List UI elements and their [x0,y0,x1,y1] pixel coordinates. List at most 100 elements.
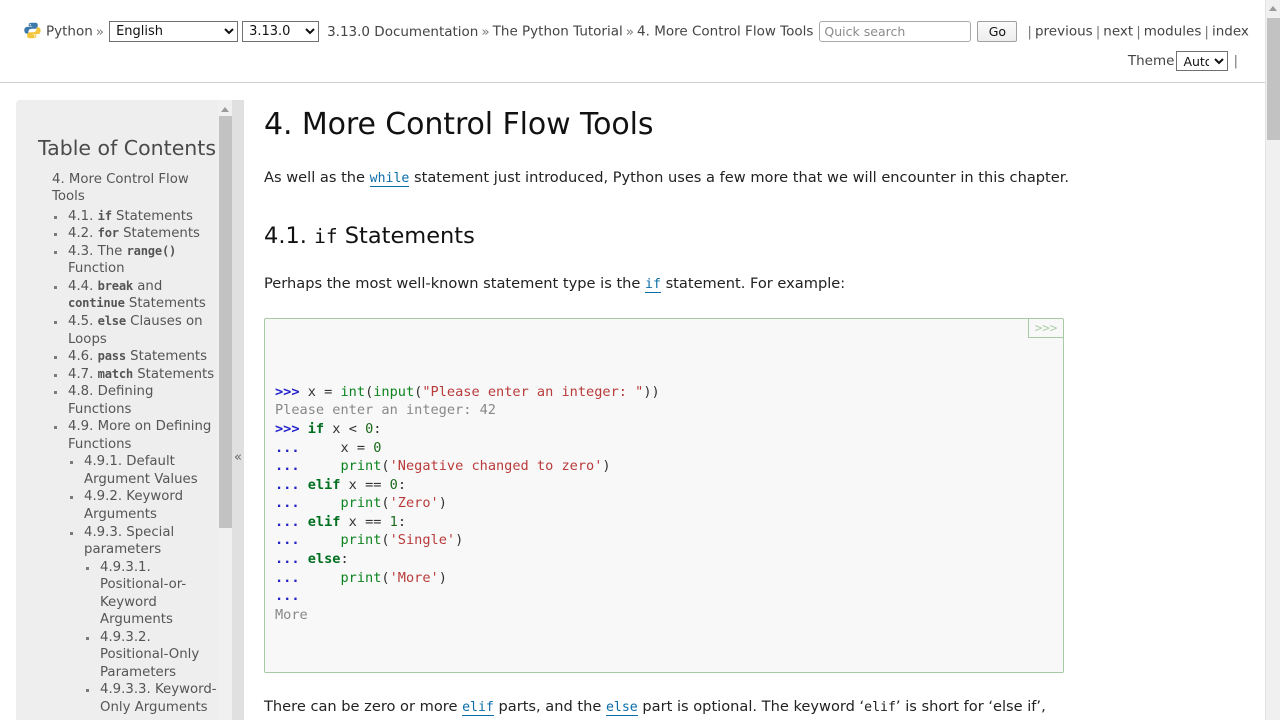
code-token: ( [381,458,390,475]
code-prompt: ... [275,439,308,456]
link-else-code: else [605,699,638,715]
toc-link-4-9-3[interactable]: 4.9.3. Special parameters [84,525,174,558]
link-elif-code: elif [462,699,494,715]
theme-select[interactable]: Auto [1176,51,1229,71]
code-token: elif [307,476,341,493]
page-title: 4. More Control Flow Tools [264,107,654,142]
link-else[interactable]: else [605,697,638,716]
language-select[interactable]: English [109,21,239,42]
theme-separator: | [1233,53,1238,69]
search-go-button[interactable]: Go [977,21,1018,42]
search-input[interactable] [819,21,972,42]
code-prompt: ... [275,458,308,475]
toc-link-root[interactable]: 4. More Control Flow Tools [52,171,219,208]
toc-link-4-9[interactable]: 4.9. More on Defining Functions [68,419,211,452]
section-rest: Statements [337,222,475,249]
toc-link-4-9-1[interactable]: 4.9.1. Default Argument Values [84,454,198,487]
nav-link-modules[interactable]: modules [1144,24,1202,40]
code-token: ( [381,532,390,549]
toc-item: 4.9.3.1. Positional-or-Keyword Arguments [99,559,219,629]
code-line: ... elif x == 0: [275,476,1053,495]
code-token: 0 [389,476,398,493]
code-prompt: ... [275,588,308,605]
code-prompt: >>> [275,420,308,437]
code-lines-container: >>> x = int (input ("Please enter an integ… [275,383,1053,625]
code-token: x [324,420,349,437]
toc-item: 4.4. break and continue Statements [67,278,219,313]
toc-link-4-9-3-3[interactable]: 4.9.3.3. Keyword-Only Arguments [100,682,217,715]
toc-link-4-4[interactable]: 4.4. break and continue Statements [68,279,206,312]
toc-link-4-7[interactable]: 4.7. match Statements [68,367,214,382]
if-intro-text-a: Perhaps the most well-known statement ty… [264,274,646,292]
code-line: ... print('Negative changed to zero') [275,457,1053,476]
link-if[interactable]: if [645,274,661,293]
toc-link-4-9-3-1[interactable]: 4.9.3.1. Positional-or-Keyword Arguments [100,560,186,628]
sidebar-scrollbar-thumb[interactable] [219,116,232,528]
toc-link-4-9-2[interactable]: 4.9.2. Keyword Arguments [84,489,183,522]
browser-scrollbar-thumb[interactable] [1267,18,1280,140]
toggle-prompts-button[interactable]: >>> [1028,318,1063,338]
code-token: x = [307,383,341,400]
code-line: ... print('Zero') [275,494,1053,513]
link-elif[interactable]: elif [462,697,494,716]
breadcrumb-link-documentation[interactable]: 3.13.0 Documentation [327,24,478,40]
toc-link-4-2[interactable]: 4.2. for Statements [68,226,200,241]
toc-sublist: 4.9.1. Default Argument Values4.9.2. Key… [68,453,219,716]
section-code: if [314,224,338,248]
nav-link-index[interactable]: index [1212,24,1249,40]
code-token: == [365,513,382,530]
toc-item: 4.2. for Statements [67,225,219,243]
sidebar-collapse-handle[interactable]: « [232,100,244,720]
sidebar-scrollbar[interactable] [218,100,233,720]
theme-switcher-row: Theme Auto | [0,51,1265,71]
section-number: 4.1. [264,222,307,249]
intro-paragraph: As well as the while statement just intr… [264,167,1074,188]
scroll-up-arrow-icon[interactable] [218,102,233,115]
theme-label: Theme [1127,53,1175,69]
toc-item-code: match [97,366,134,381]
code-token: x = [307,439,374,456]
code-token: x [340,476,366,493]
breadcrumb-separator-1: » [95,23,105,40]
toc-link-4-1[interactable]: 4.1. if Statements [68,209,193,224]
code-token: < [348,420,357,437]
code-example-block: >>> >>> x = int (input ("Please enter an i… [264,317,1064,673]
code-prompt: ... [275,495,308,512]
toc-link-4-9-3-2[interactable]: 4.9.3.2. Positional-Only Parameters [100,630,199,680]
toc-link-4-5[interactable]: 4.5. else Clauses on Loops [68,314,203,347]
link-if-code: if [645,276,661,292]
breadcrumb-link-python[interactable]: Python [46,24,93,40]
code-token: print [340,532,382,549]
code-line: ... print('More') [275,569,1053,588]
code-token: print [340,458,382,475]
if-intro-paragraph: Perhaps the most well-known statement ty… [264,273,1074,294]
code-prompt: ... [275,532,308,549]
nav-separator-3: | [1136,23,1141,40]
version-select[interactable]: 3.13.0 [242,21,320,42]
toc-link-4-3[interactable]: 4.3. The range() Function [68,244,176,277]
toc-item: 4.9.3. Special parameters4.9.3.1. Positi… [83,524,219,717]
section-heading-if-statements: 4.1. if Statements [264,222,1074,250]
nav-link-next[interactable]: next [1103,24,1133,40]
toc-item-code: for [97,226,119,241]
browser-scroll-up-arrow-icon[interactable] [1266,1,1280,15]
toc-item: 4.9.3.2. Positional-Only Parameters [99,629,219,682]
table-of-contents-title: Table of Contents [38,136,217,160]
chevron-left-double-icon: « [234,450,242,465]
code-token: ( [381,495,390,512]
toc-link-4-8[interactable]: 4.8. Defining Functions [68,384,153,417]
toc-link-4-6[interactable]: 4.6. pass Statements [68,349,207,364]
code-token: 'Negative changed to zero' [389,458,603,475]
code-token: ( [381,569,390,586]
p3-text-a: There can be zero or more [264,697,463,715]
code-token: elif [307,513,341,530]
nav-link-previous[interactable]: previous [1035,24,1093,40]
code-token: 'Single' [389,532,456,549]
toc-item-code: range() [126,243,177,258]
toc-root-item: 4. More Control Flow Tools 4.1. if State… [52,171,219,717]
breadcrumb-link-tutorial[interactable]: The Python Tutorial [493,24,623,40]
browser-scrollbar[interactable] [1265,0,1280,720]
link-while[interactable]: while [369,168,410,187]
